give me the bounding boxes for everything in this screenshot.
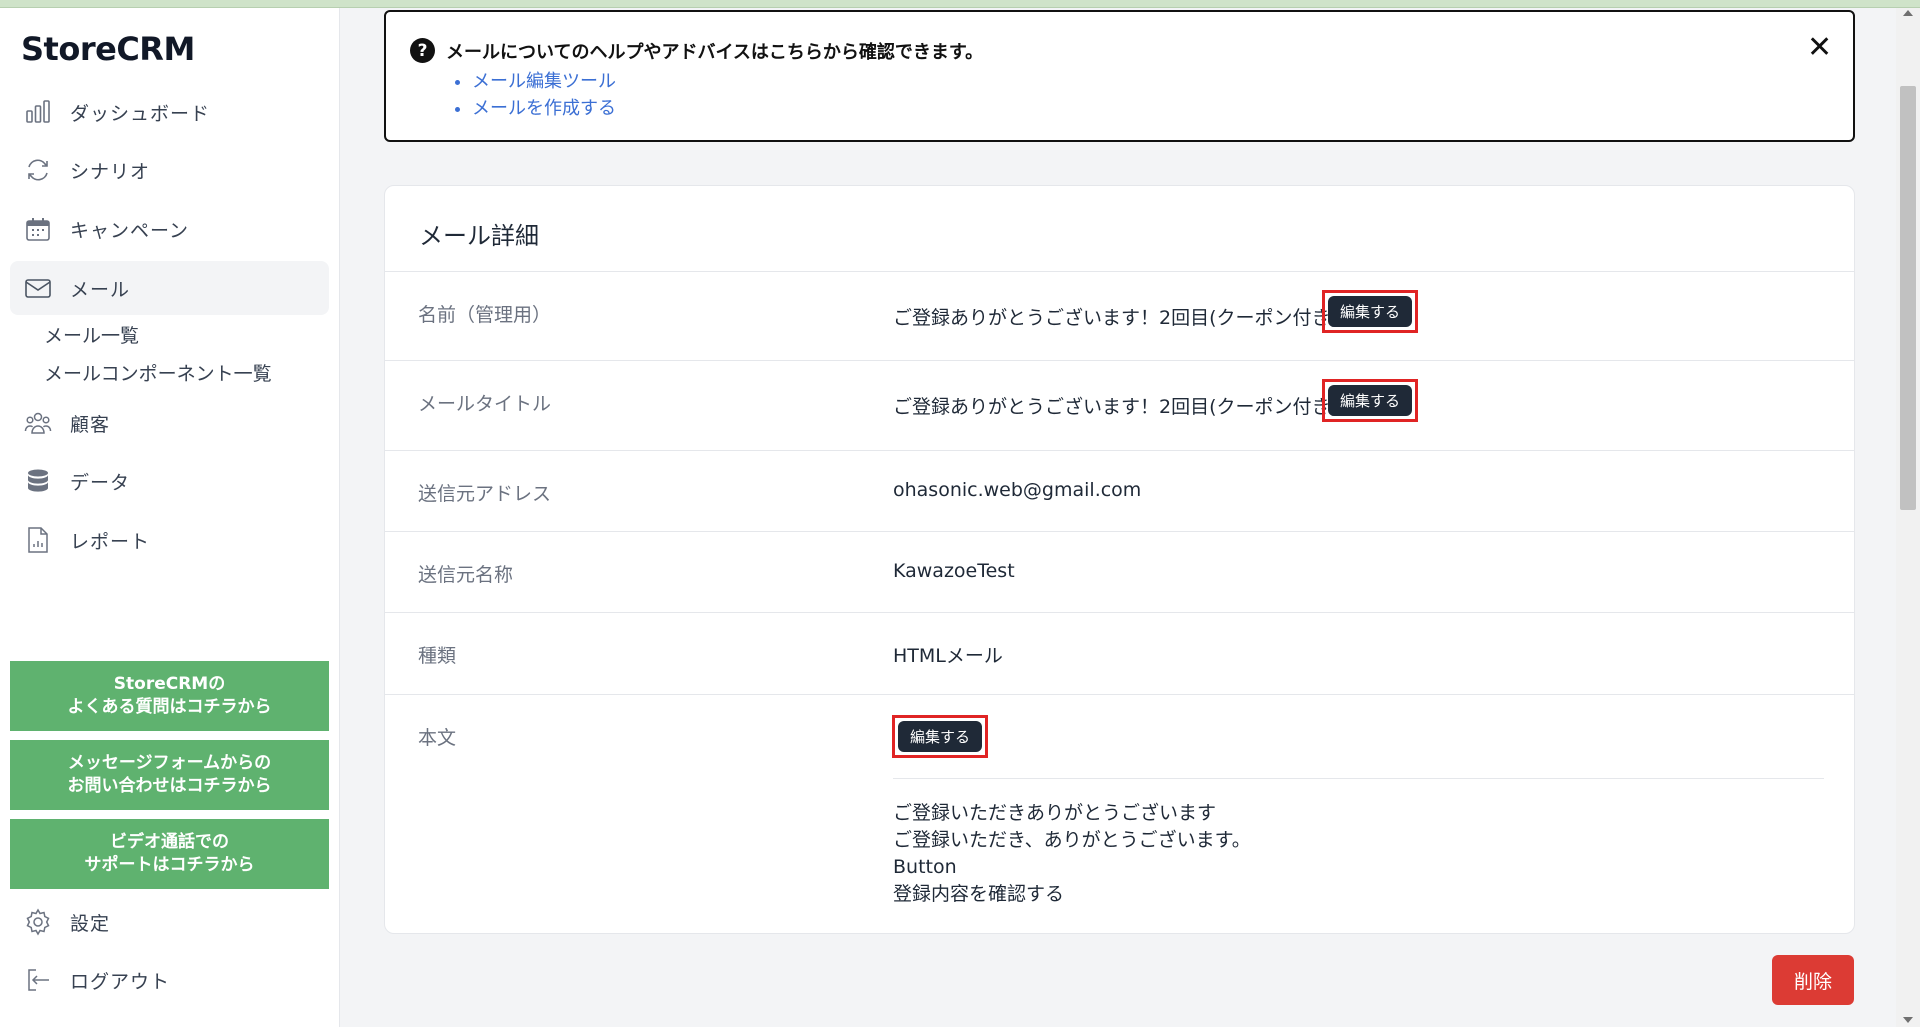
logout-icon <box>23 966 53 994</box>
divider <box>385 450 1854 451</box>
sidebar-item-label: 設定 <box>70 912 111 935</box>
edit-name-button[interactable]: 編集する <box>1328 296 1413 327</box>
sidebar-subitem-mail-list[interactable]: メール一覧 <box>44 321 139 348</box>
banner-link-list: メール編集ツール メールを作成する <box>450 68 616 122</box>
faq-button-line2: よくある質問はコチラから <box>67 697 272 717</box>
edit-highlight: 編集する <box>1322 290 1419 333</box>
sidebar-item-mail[interactable]: メール <box>10 261 329 315</box>
divider <box>385 360 1854 361</box>
link-create-mail[interactable]: メールを作成する <box>472 98 616 119</box>
bar-chart-icon <box>23 98 53 126</box>
brand-logo[interactable]: StoreCRM <box>21 30 195 68</box>
video-support-button[interactable]: ビデオ通話での サポートはコチラから <box>10 819 329 889</box>
sidebar-item-data[interactable]: データ <box>10 454 329 508</box>
sidebar-item-scenario[interactable]: シナリオ <box>10 143 329 197</box>
calendar-icon <box>23 215 53 243</box>
body-line: ご登録いただきありがとうございます <box>893 802 1217 824</box>
list-item: メール編集ツール <box>472 68 616 95</box>
faq-button[interactable]: StoreCRMの よくある質問はコチラから <box>10 661 329 731</box>
divider <box>385 694 1854 695</box>
video-support-button-line2: サポートはコチラから <box>84 855 255 875</box>
sidebar-item-report[interactable]: レポート <box>10 513 329 567</box>
close-icon[interactable]: ✕ <box>1807 30 1832 65</box>
sidebar-item-label: メール <box>70 278 131 301</box>
row-value-type: HTMLメール <box>893 645 1003 667</box>
video-support-button-line1: ビデオ通話での <box>110 832 229 852</box>
edit-mail-title-button[interactable]: 編集する <box>1328 385 1413 416</box>
sidebar-item-label: 顧客 <box>70 413 111 436</box>
question-icon: ? <box>410 38 435 63</box>
scrollbar-thumb[interactable] <box>1900 86 1916 510</box>
scroll-up-icon[interactable] <box>1903 10 1913 16</box>
sidebar-item-label: レポート <box>70 530 151 553</box>
row-value-name: ご登録ありがとうございます！2回目(クーポン付き) <box>893 307 1338 329</box>
edit-highlight: 編集する <box>1322 379 1419 422</box>
edit-highlight: 編集する <box>892 715 989 758</box>
row-value-from-name: KawazoeTest <box>893 560 1015 582</box>
envelope-icon <box>23 274 53 302</box>
divider <box>385 612 1854 613</box>
faq-button-line1: StoreCRMの <box>113 674 226 694</box>
browser-top-strip <box>0 0 1920 8</box>
row-value-from-address: ohasonic.web@gmail.com <box>893 479 1142 501</box>
row-value-mail-title: ご登録ありがとうございます！2回目(クーポン付き) <box>893 396 1338 418</box>
mail-detail-card: メール詳細 名前（管理用） ご登録ありがとうございます！2回目(クーポン付き) … <box>384 185 1855 934</box>
sidebar-item-label: データ <box>70 471 131 494</box>
sidebar: StoreCRM ダッシュボード シナリオ キャンペーン メール メール一覧 メ… <box>0 8 340 1027</box>
refresh-icon <box>23 156 53 184</box>
divider <box>893 778 1824 779</box>
body-line: ご登録いただき、ありがとうございます。 <box>893 829 1251 851</box>
divider <box>385 531 1854 532</box>
sidebar-item-logout[interactable]: ログアウト <box>10 953 329 1007</box>
row-label-mail-title: メールタイトル <box>418 393 552 415</box>
divider <box>385 271 1854 272</box>
sidebar-item-label: キャンペーン <box>70 219 190 242</box>
report-icon <box>23 526 53 554</box>
body-line: Button <box>893 856 957 878</box>
sidebar-item-settings[interactable]: 設定 <box>10 895 329 949</box>
sidebar-item-label: ダッシュボード <box>70 102 211 125</box>
row-label-name: 名前（管理用） <box>418 304 552 326</box>
row-label-type: 種類 <box>418 645 457 667</box>
scroll-down-icon[interactable] <box>1903 1017 1913 1023</box>
row-label-from-name: 送信元名称 <box>418 564 514 586</box>
sidebar-subitem-mail-components[interactable]: メールコンポーネント一覧 <box>44 359 272 386</box>
delete-button[interactable]: 削除 <box>1772 955 1854 1005</box>
database-icon <box>23 467 53 495</box>
sidebar-item-campaign[interactable]: キャンペーン <box>10 202 329 256</box>
list-item: メールを作成する <box>472 95 616 122</box>
card-title: メール詳細 <box>419 222 539 250</box>
scrollbar[interactable] <box>1896 8 1920 1027</box>
body-line: 登録内容を確認する <box>893 883 1065 905</box>
gear-icon <box>23 908 53 936</box>
sidebar-item-label: シナリオ <box>70 160 151 183</box>
banner-title: メールについてのヘルプやアドバイスはこちらから確認できます。 <box>446 42 984 63</box>
body-preview: ご登録いただきありがとうございます ご登録いただき、ありがとうございます。 Bu… <box>893 800 1251 908</box>
help-banner: ? メールについてのヘルプやアドバイスはこちらから確認できます。 メール編集ツー… <box>384 10 1855 142</box>
row-label-from-address: 送信元アドレス <box>418 483 552 505</box>
contact-form-button-line2: お問い合わせはコチラから <box>67 776 272 796</box>
row-label-body: 本文 <box>418 727 457 749</box>
sidebar-item-customers[interactable]: 顧客 <box>10 396 329 450</box>
contact-form-button[interactable]: メッセージフォームからの お問い合わせはコチラから <box>10 740 329 810</box>
contact-form-button-line1: メッセージフォームからの <box>67 753 272 773</box>
sidebar-item-label: ログアウト <box>70 970 171 993</box>
link-mail-editor[interactable]: メール編集ツール <box>472 71 616 92</box>
sidebar-item-dashboard[interactable]: ダッシュボード <box>10 85 329 139</box>
edit-body-button[interactable]: 編集する <box>898 721 983 752</box>
users-icon <box>23 409 53 437</box>
